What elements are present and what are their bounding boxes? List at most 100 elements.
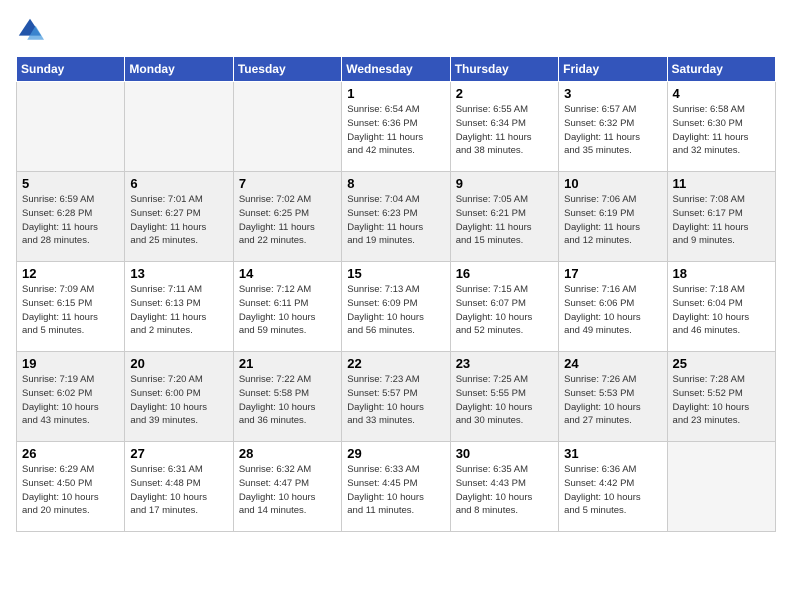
day-number: 14 <box>239 266 336 281</box>
calendar-week-row: 12Sunrise: 7:09 AMSunset: 6:15 PMDayligh… <box>17 262 776 352</box>
day-info: Sunrise: 6:31 AMSunset: 4:48 PMDaylight:… <box>130 463 227 518</box>
calendar-day-cell <box>233 82 341 172</box>
day-info: Sunrise: 7:02 AMSunset: 6:25 PMDaylight:… <box>239 193 336 248</box>
day-info: Sunrise: 7:19 AMSunset: 6:02 PMDaylight:… <box>22 373 119 428</box>
day-info: Sunrise: 6:58 AMSunset: 6:30 PMDaylight:… <box>673 103 770 158</box>
calendar-day-cell: 12Sunrise: 7:09 AMSunset: 6:15 PMDayligh… <box>17 262 125 352</box>
day-number: 28 <box>239 446 336 461</box>
logo <box>16 16 48 44</box>
calendar-day-cell: 11 Sunrise: 7:08 AMSunset: 6:17 PMDayligh… <box>667 172 775 262</box>
day-info: Sunrise: 6:55 AMSunset: 6:34 PMDaylight:… <box>456 103 553 158</box>
day-info: Sunrise: 7:01 AMSunset: 6:27 PMDaylight:… <box>130 193 227 248</box>
day-number: 3 <box>564 86 661 101</box>
day-number: 24 <box>564 356 661 371</box>
calendar-day-cell <box>125 82 233 172</box>
day-info: Sunrise: 7:12 AMSunset: 6:11 PMDaylight:… <box>239 283 336 338</box>
day-info: Sunrise: 6:35 AMSunset: 4:43 PMDaylight:… <box>456 463 553 518</box>
calendar-day-cell: 14 Sunrise: 7:12 AMSunset: 6:11 PMDayligh… <box>233 262 341 352</box>
calendar-dow-tuesday: Tuesday <box>233 57 341 82</box>
day-number: 6 <box>130 176 227 191</box>
calendar-day-cell: 27 Sunrise: 6:31 AMSunset: 4:48 PMDayligh… <box>125 442 233 532</box>
day-number: 2 <box>456 86 553 101</box>
calendar-day-cell: 28 Sunrise: 6:32 AMSunset: 4:47 PMDayligh… <box>233 442 341 532</box>
day-info: Sunrise: 7:23 AMSunset: 5:57 PMDaylight:… <box>347 373 444 428</box>
calendar-day-cell: 29 Sunrise: 6:33 AMSunset: 4:45 PMDayligh… <box>342 442 450 532</box>
day-number: 19 <box>22 356 119 371</box>
calendar-day-cell: 15 Sunrise: 7:13 AMSunset: 6:09 PMDayligh… <box>342 262 450 352</box>
day-info: Sunrise: 7:11 AMSunset: 6:13 PMDaylight:… <box>130 283 227 338</box>
day-number: 29 <box>347 446 444 461</box>
calendar-dow-monday: Monday <box>125 57 233 82</box>
day-number: 22 <box>347 356 444 371</box>
day-info: Sunrise: 7:22 AMSunset: 5:58 PMDaylight:… <box>239 373 336 428</box>
calendar-week-row: 19 Sunrise: 7:19 AMSunset: 6:02 PMDayligh… <box>17 352 776 442</box>
calendar-header-row: SundayMondayTuesdayWednesdayThursdayFrid… <box>17 57 776 82</box>
day-number: 30 <box>456 446 553 461</box>
day-number: 27 <box>130 446 227 461</box>
day-number: 8 <box>347 176 444 191</box>
calendar-day-cell: 8 Sunrise: 7:04 AMSunset: 6:23 PMDaylight… <box>342 172 450 262</box>
day-number: 1 <box>347 86 444 101</box>
logo-icon <box>16 16 44 44</box>
calendar-dow-thursday: Thursday <box>450 57 558 82</box>
calendar-day-cell: 7Sunrise: 7:02 AMSunset: 6:25 PMDaylight… <box>233 172 341 262</box>
calendar-day-cell: 1Sunrise: 6:54 AMSunset: 6:36 PMDaylight… <box>342 82 450 172</box>
calendar-day-cell: 17Sunrise: 7:16 AMSunset: 6:06 PMDayligh… <box>559 262 667 352</box>
calendar-day-cell: 26 Sunrise: 6:29 AMSunset: 4:50 PMDayligh… <box>17 442 125 532</box>
day-info: Sunrise: 7:13 AMSunset: 6:09 PMDaylight:… <box>347 283 444 338</box>
day-info: Sunrise: 6:33 AMSunset: 4:45 PMDaylight:… <box>347 463 444 518</box>
calendar-day-cell: 18 Sunrise: 7:18 AMSunset: 6:04 PMDayligh… <box>667 262 775 352</box>
day-info: Sunrise: 7:08 AMSunset: 6:17 PMDaylight:… <box>673 193 770 248</box>
calendar-dow-friday: Friday <box>559 57 667 82</box>
calendar-day-cell: 25 Sunrise: 7:28 AMSunset: 5:52 PMDayligh… <box>667 352 775 442</box>
calendar-table: SundayMondayTuesdayWednesdayThursdayFrid… <box>16 56 776 532</box>
day-number: 12 <box>22 266 119 281</box>
calendar-day-cell: 31Sunrise: 6:36 AMSunset: 4:42 PMDayligh… <box>559 442 667 532</box>
day-number: 23 <box>456 356 553 371</box>
day-info: Sunrise: 7:25 AMSunset: 5:55 PMDaylight:… <box>456 373 553 428</box>
day-info: Sunrise: 6:36 AMSunset: 4:42 PMDaylight:… <box>564 463 661 518</box>
calendar-day-cell <box>17 82 125 172</box>
day-info: Sunrise: 7:28 AMSunset: 5:52 PMDaylight:… <box>673 373 770 428</box>
calendar-day-cell: 21 Sunrise: 7:22 AMSunset: 5:58 PMDayligh… <box>233 352 341 442</box>
calendar-day-cell: 9Sunrise: 7:05 AMSunset: 6:21 PMDaylight… <box>450 172 558 262</box>
day-info: Sunrise: 7:04 AMSunset: 6:23 PMDaylight:… <box>347 193 444 248</box>
day-info: Sunrise: 7:16 AMSunset: 6:06 PMDaylight:… <box>564 283 661 338</box>
day-info: Sunrise: 6:29 AMSunset: 4:50 PMDaylight:… <box>22 463 119 518</box>
calendar-day-cell: 6 Sunrise: 7:01 AMSunset: 6:27 PMDaylight… <box>125 172 233 262</box>
day-number: 16 <box>456 266 553 281</box>
day-number: 4 <box>673 86 770 101</box>
calendar-day-cell: 10 Sunrise: 7:06 AMSunset: 6:19 PMDayligh… <box>559 172 667 262</box>
day-info: Sunrise: 6:59 AMSunset: 6:28 PMDaylight:… <box>22 193 119 248</box>
calendar-week-row: 5 Sunrise: 6:59 AMSunset: 6:28 PMDaylight… <box>17 172 776 262</box>
calendar-day-cell: 22 Sunrise: 7:23 AMSunset: 5:57 PMDayligh… <box>342 352 450 442</box>
calendar-week-row: 1Sunrise: 6:54 AMSunset: 6:36 PMDaylight… <box>17 82 776 172</box>
day-info: Sunrise: 7:06 AMSunset: 6:19 PMDaylight:… <box>564 193 661 248</box>
day-number: 21 <box>239 356 336 371</box>
day-number: 11 <box>673 176 770 191</box>
calendar-day-cell: 4 Sunrise: 6:58 AMSunset: 6:30 PMDaylight… <box>667 82 775 172</box>
calendar-day-cell: 30 Sunrise: 6:35 AMSunset: 4:43 PMDayligh… <box>450 442 558 532</box>
day-info: Sunrise: 6:32 AMSunset: 4:47 PMDaylight:… <box>239 463 336 518</box>
day-number: 18 <box>673 266 770 281</box>
day-info: Sunrise: 7:18 AMSunset: 6:04 PMDaylight:… <box>673 283 770 338</box>
day-number: 10 <box>564 176 661 191</box>
calendar-day-cell: 16Sunrise: 7:15 AMSunset: 6:07 PMDayligh… <box>450 262 558 352</box>
calendar-dow-wednesday: Wednesday <box>342 57 450 82</box>
calendar-dow-sunday: Sunday <box>17 57 125 82</box>
calendar-day-cell: 20Sunrise: 7:20 AMSunset: 6:00 PMDayligh… <box>125 352 233 442</box>
calendar-day-cell: 5 Sunrise: 6:59 AMSunset: 6:28 PMDaylight… <box>17 172 125 262</box>
calendar-dow-saturday: Saturday <box>667 57 775 82</box>
day-number: 9 <box>456 176 553 191</box>
day-number: 15 <box>347 266 444 281</box>
calendar-week-row: 26 Sunrise: 6:29 AMSunset: 4:50 PMDayligh… <box>17 442 776 532</box>
calendar-day-cell: 13Sunrise: 7:11 AMSunset: 6:13 PMDayligh… <box>125 262 233 352</box>
day-info: Sunrise: 6:57 AMSunset: 6:32 PMDaylight:… <box>564 103 661 158</box>
day-number: 26 <box>22 446 119 461</box>
calendar-day-cell <box>667 442 775 532</box>
day-number: 20 <box>130 356 227 371</box>
calendar-day-cell: 23 Sunrise: 7:25 AMSunset: 5:55 PMDayligh… <box>450 352 558 442</box>
page-header <box>16 16 776 44</box>
day-number: 5 <box>22 176 119 191</box>
day-number: 25 <box>673 356 770 371</box>
